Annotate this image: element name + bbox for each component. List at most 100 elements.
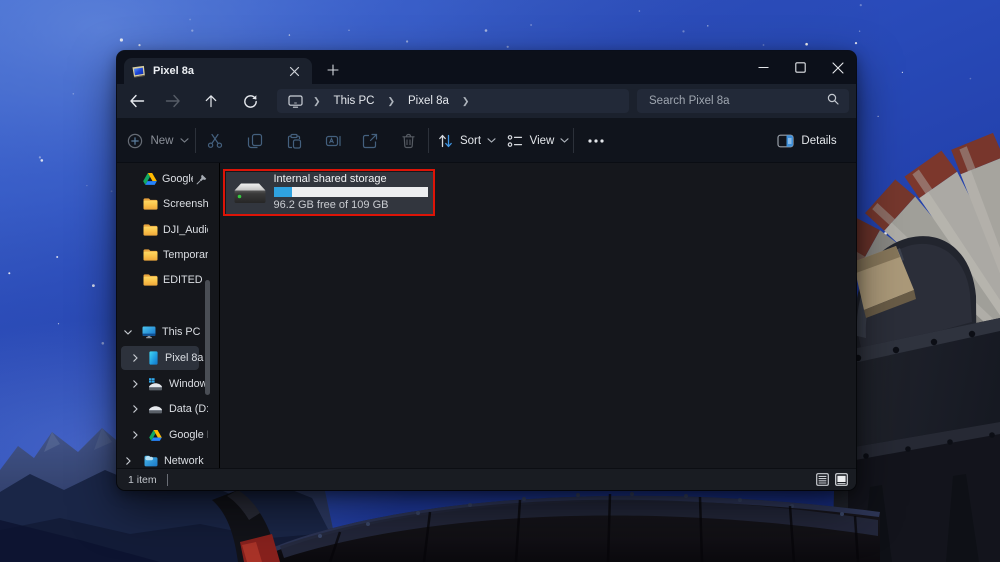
tab-close-button[interactable]: [283, 61, 305, 81]
window-controls: [745, 51, 856, 84]
sidebar-item-label: Google Drive: [169, 429, 208, 441]
explorer-tab[interactable]: Pixel 8a: [124, 58, 312, 84]
view-toggles: [816, 469, 848, 490]
cut-button[interactable]: [197, 124, 233, 157]
trash-icon: [401, 133, 416, 149]
up-button[interactable]: [195, 86, 227, 116]
search-icon[interactable]: [827, 92, 839, 110]
chevron-right-icon[interactable]: [130, 405, 140, 413]
search-placeholder: Search Pixel 8a: [649, 95, 730, 107]
toolbar-separator: [195, 128, 196, 153]
chevron-right-icon[interactable]: [130, 380, 140, 388]
breadcrumb-chevron: ❯: [452, 96, 480, 107]
sort-button[interactable]: Sort: [434, 124, 500, 157]
monitor-icon: [288, 95, 303, 108]
breadcrumb-chevron: ❯: [377, 96, 405, 107]
sidebar-item-label: Windows (C:): [169, 378, 208, 390]
minimize-button[interactable]: [745, 51, 782, 84]
new-button[interactable]: New: [121, 124, 195, 157]
chevron-right-icon[interactable]: [123, 457, 133, 465]
back-button[interactable]: [121, 86, 153, 116]
forward-button[interactable]: [157, 86, 189, 116]
chevron-down-icon: [560, 138, 569, 143]
delete-button[interactable]: [390, 124, 426, 157]
sidebar-item-label: Temporary: [163, 249, 208, 261]
view-button[interactable]: View: [504, 124, 572, 157]
window-body: Google Drive Screenshots DJI_Audio: [117, 163, 856, 468]
share-button[interactable]: [352, 124, 388, 157]
navigation-pane: Google Drive Screenshots DJI_Audio: [117, 163, 220, 468]
sidebar-item-label: Google Drive: [162, 173, 193, 185]
chevron-down-icon: [487, 138, 496, 143]
more-options-button[interactable]: [579, 124, 613, 157]
forward-icon: [165, 94, 181, 108]
chevron-right-icon-svg: [126, 457, 131, 465]
file-explorer-window: Pixel 8a: [117, 51, 856, 490]
sidebar-item-data-d[interactable]: Data (D:): [117, 397, 219, 421]
sidebar-item-edited[interactable]: EDITED: [117, 268, 219, 292]
close-window-button[interactable]: [819, 51, 856, 84]
minimize-icon: [758, 62, 769, 73]
sidebar-item-label: Pixel 8a: [165, 352, 208, 364]
up-icon: [205, 94, 217, 108]
sidebar-item-label: Screenshots: [163, 198, 208, 210]
sidebar-item-label: DJI_Audio: [163, 224, 208, 236]
drive-icon-svg: [148, 404, 163, 414]
sidebar-item-this-pc[interactable]: This PC: [117, 320, 219, 344]
view-icon: [507, 134, 523, 148]
sidebar-item-pixel-8a[interactable]: Pixel 8a: [117, 346, 219, 370]
this-pc-icon: [142, 326, 156, 339]
sort-label: Sort: [460, 135, 481, 147]
storage-capacity-text: 96.2 GB free of 109 GB: [274, 199, 428, 212]
details-button[interactable]: Details: [769, 124, 845, 157]
rename-button[interactable]: [315, 124, 351, 157]
details-view-button[interactable]: [816, 473, 829, 486]
refresh-button[interactable]: [234, 86, 266, 116]
new-plus-icon: [127, 133, 143, 149]
breadcrumb-chevron: ❯: [303, 96, 331, 107]
folder-icon-svg: [143, 274, 158, 286]
folder-icon-svg: [143, 198, 158, 210]
chevron-right-icon[interactable]: [130, 354, 140, 362]
sidebar-item-screenshots[interactable]: Screenshots: [117, 192, 219, 216]
chevron-right-icon[interactable]: [130, 431, 140, 439]
chevron-down-icon[interactable]: [123, 330, 133, 335]
breadcrumb-pixel-8a[interactable]: Pixel 8a: [405, 95, 452, 107]
details-view-icon: [819, 476, 827, 483]
files-area[interactable]: Internal shared storage 96.2 GB free of …: [220, 163, 856, 468]
sidebar-item-windows-c[interactable]: Windows (C:): [117, 372, 219, 396]
tab-computer-icon: [131, 65, 146, 78]
maximize-button[interactable]: [782, 51, 819, 84]
status-separator: [167, 474, 168, 486]
internal-shared-storage-item[interactable]: Internal shared storage 96.2 GB free of …: [226, 172, 433, 214]
titlebar[interactable]: Pixel 8a: [117, 51, 856, 84]
breadcrumb-this-pc[interactable]: This PC: [331, 95, 378, 107]
address-bar[interactable]: ❯ This PC ❯ Pixel 8a ❯: [277, 89, 629, 113]
copy-button[interactable]: [237, 124, 273, 157]
thumbnail-view-icon: [837, 476, 845, 482]
sidebar-item-google-drive-pinned[interactable]: Google Drive: [117, 167, 219, 191]
desktop: Pixel 8a: [0, 0, 1000, 562]
sidebar-item-google-drive[interactable]: Google Drive: [117, 423, 219, 447]
sidebar-item-label: Data (D:): [169, 403, 208, 415]
close-icon: [832, 62, 844, 74]
items-count: 1 item: [128, 474, 157, 486]
sidebar-item-label: EDITED: [163, 274, 208, 286]
sidebar-item-temporary[interactable]: Temporary: [117, 243, 219, 267]
search-box[interactable]: Search Pixel 8a: [637, 89, 849, 113]
network-icon: [144, 455, 158, 467]
folder-icon: [143, 224, 158, 236]
maximize-icon: [795, 62, 806, 73]
sidebar-item-dji-audio[interactable]: DJI_Audio: [117, 218, 219, 242]
chevron-down-icon: [180, 138, 189, 143]
cut-icon: [207, 133, 223, 149]
paste-button[interactable]: [276, 124, 312, 157]
close-icon: [289, 66, 300, 77]
status-bar: 1 item: [117, 468, 856, 490]
sidebar-scrollbar[interactable]: [205, 280, 210, 395]
new-tab-button[interactable]: [320, 58, 345, 82]
toolbar-separator: [428, 128, 429, 153]
thumbnail-view-button[interactable]: [835, 473, 848, 486]
windows-drive-icon-svg: [148, 378, 163, 391]
sidebar-item-label: Network: [164, 455, 208, 467]
